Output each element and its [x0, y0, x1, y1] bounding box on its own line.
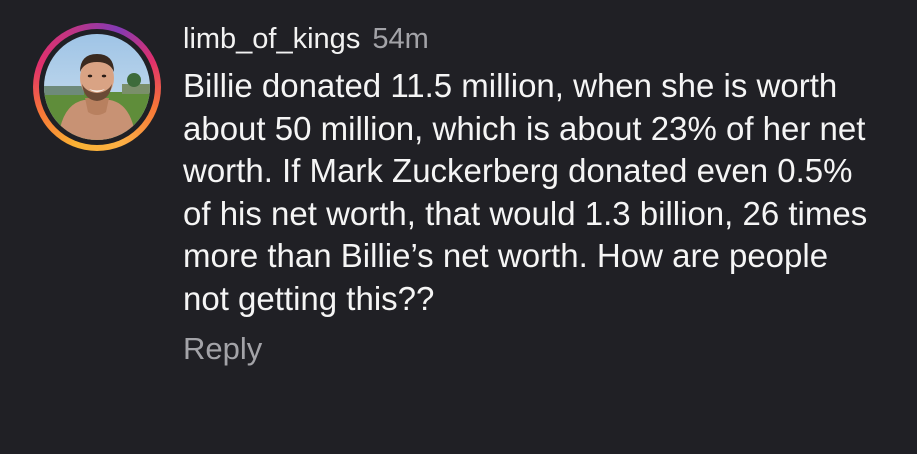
story-ring-gap: [39, 29, 155, 145]
avatar[interactable]: [44, 34, 150, 140]
reply-button[interactable]: Reply: [183, 324, 262, 374]
avatar-photo: [44, 34, 150, 140]
comment: limb_of_kings 54m Billie donated 11.5 mi…: [0, 0, 917, 454]
comment-header: limb_of_kings 54m: [183, 20, 903, 58]
timestamp: 54m: [372, 23, 429, 55]
story-ring[interactable]: [33, 23, 161, 151]
comment-body: limb_of_kings 54m Billie donated 11.5 mi…: [183, 20, 903, 374]
comment-text: Billie donated 11.5 million, when she is…: [183, 67, 868, 317]
username-link[interactable]: limb_of_kings: [183, 23, 360, 55]
